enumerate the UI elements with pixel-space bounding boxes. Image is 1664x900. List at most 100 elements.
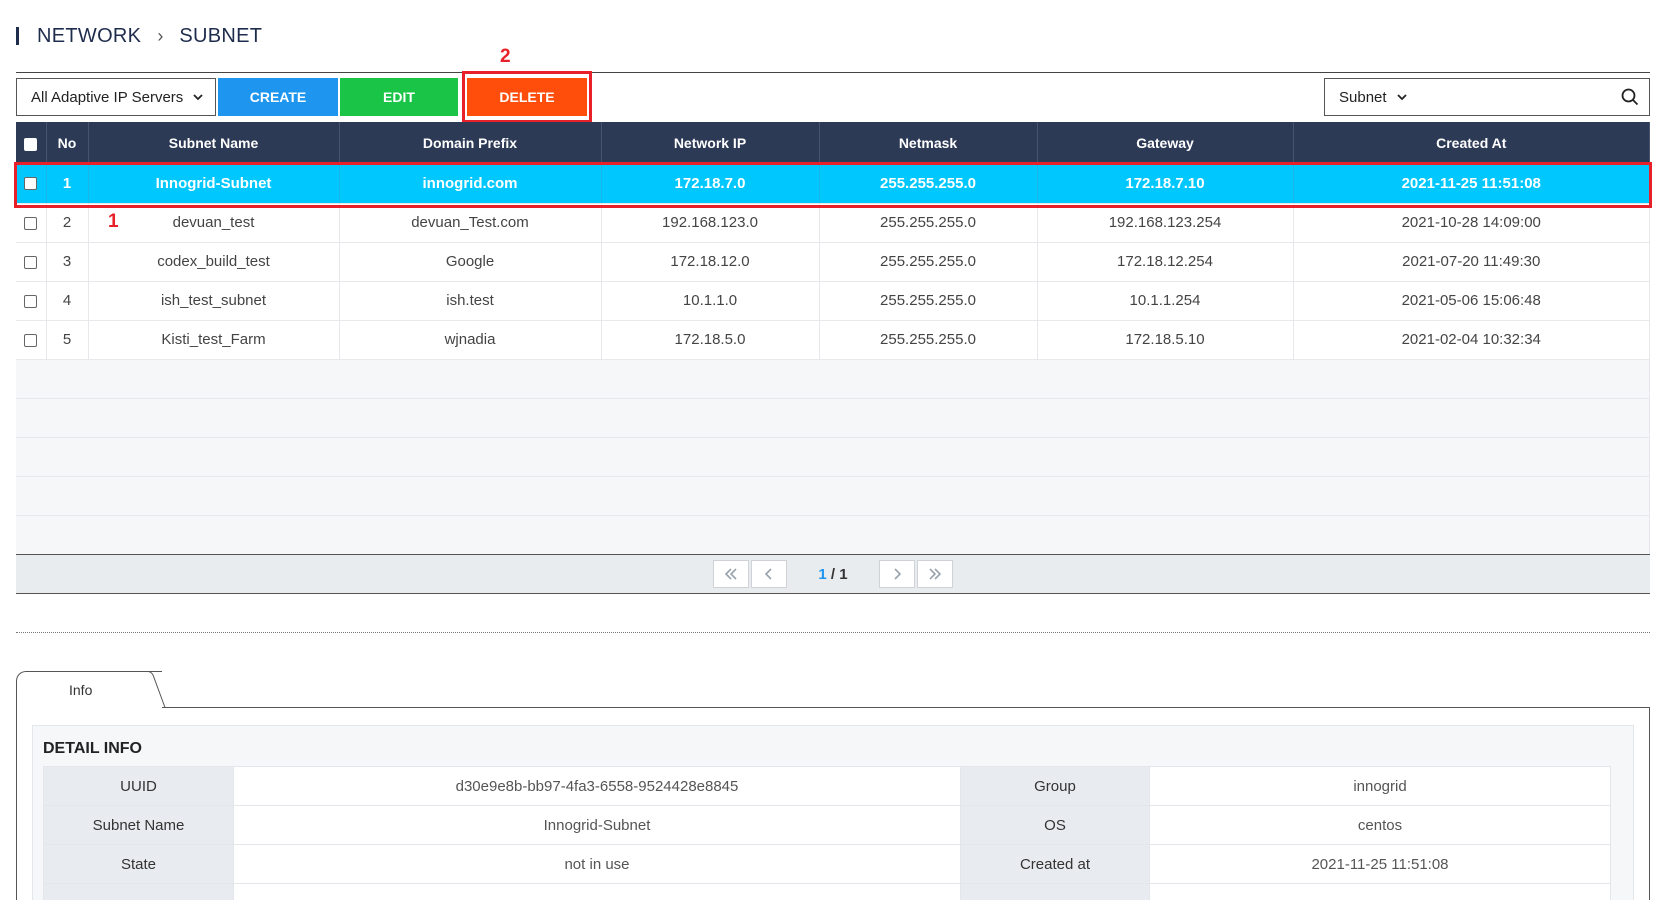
table-row[interactable]: 4 ish_test_subnet ish.test 10.1.1.0 255.… bbox=[16, 281, 1650, 321]
cell-no: 2 bbox=[46, 203, 89, 243]
chevron-down-icon bbox=[1396, 93, 1407, 100]
row-checkbox[interactable] bbox=[24, 255, 38, 269]
column-header[interactable]: Gateway bbox=[1037, 122, 1294, 164]
cell-network-ip: 192.168.123.0 bbox=[601, 203, 820, 243]
total-pages: 1 bbox=[839, 565, 848, 583]
cell-created-at: 2021-10-28 14:09:00 bbox=[1293, 203, 1650, 243]
subnet-table: No Subnet Name Domain Prefix Network IP … bbox=[16, 122, 1650, 555]
detail-value: centos bbox=[1149, 805, 1611, 845]
empty-row bbox=[16, 437, 1650, 477]
detail-value: not in use bbox=[233, 844, 961, 884]
cell-created-at: 2021-02-04 10:32:34 bbox=[1293, 320, 1650, 360]
detail-row bbox=[43, 883, 1611, 900]
search-box: Subnet bbox=[1324, 78, 1650, 116]
table-header: No Subnet Name Domain Prefix Network IP … bbox=[16, 122, 1650, 164]
cell-network-ip: 172.18.5.0 bbox=[601, 320, 820, 360]
last-page-button[interactable] bbox=[917, 560, 953, 588]
table-row[interactable]: 5 Kisti_test_Farm wjnadia 172.18.5.0 255… bbox=[16, 320, 1650, 360]
cell-created-at: 2021-05-06 15:06:48 bbox=[1293, 281, 1650, 321]
create-button[interactable]: CREATE bbox=[218, 78, 338, 116]
cell-no: 4 bbox=[46, 281, 89, 321]
breadcrumb: NETWORK › SUBNET bbox=[16, 22, 262, 50]
detail-key: Group bbox=[960, 766, 1150, 806]
cell-created-at: 2021-11-25 11:51:08 bbox=[1293, 164, 1650, 204]
row-checkbox[interactable] bbox=[24, 177, 38, 191]
double-chevron-right-icon bbox=[929, 568, 942, 580]
tab-edge bbox=[136, 671, 166, 708]
tab-baseline bbox=[162, 707, 1650, 708]
server-select[interactable]: All Adaptive IP Servers bbox=[16, 78, 216, 116]
detail-key: State bbox=[43, 844, 234, 884]
server-select-value: All Adaptive IP Servers bbox=[31, 88, 184, 106]
panel-right-border bbox=[1649, 707, 1650, 900]
empty-row bbox=[16, 398, 1650, 438]
cell-netmask: 255.255.255.0 bbox=[819, 242, 1038, 282]
delete-highlight: DELETE bbox=[462, 71, 592, 123]
detail-row: Subnet Name Innogrid-Subnet OS centos bbox=[43, 805, 1611, 845]
chevron-right-icon bbox=[894, 568, 901, 580]
cell-gateway: 172.18.7.10 bbox=[1037, 164, 1294, 204]
column-header[interactable]: Subnet Name bbox=[88, 122, 340, 164]
detail-panel: DETAIL INFO UUID d30e9e8b-bb97-4fa3-6558… bbox=[32, 725, 1634, 900]
cell-subnet-name: Kisti_test_Farm bbox=[88, 320, 340, 360]
empty-row bbox=[16, 515, 1650, 555]
cell-gateway: 172.18.5.10 bbox=[1037, 320, 1294, 360]
detail-key: OS bbox=[960, 805, 1150, 845]
detail-value: 2021-11-25 11:51:08 bbox=[1149, 844, 1611, 884]
detail-table: UUID d30e9e8b-bb97-4fa3-6558-9524428e884… bbox=[43, 766, 1611, 900]
cell-no: 3 bbox=[46, 242, 89, 282]
cell-network-ip: 172.18.7.0 bbox=[601, 164, 820, 204]
row-checkbox-cell[interactable] bbox=[16, 281, 47, 321]
row-checkbox-cell[interactable] bbox=[16, 242, 47, 282]
subnet-grid: No Subnet Name Domain Prefix Network IP … bbox=[16, 122, 1650, 555]
cell-domain-prefix: Google bbox=[339, 242, 602, 282]
row-checkbox[interactable] bbox=[24, 333, 38, 347]
table-row[interactable]: 2 devuan_test devuan_Test.com 192.168.12… bbox=[16, 203, 1650, 243]
page-separator: / bbox=[826, 565, 840, 583]
column-header[interactable]: Created At bbox=[1293, 122, 1650, 164]
search-input[interactable] bbox=[1426, 89, 1621, 105]
detail-key: Created at bbox=[960, 844, 1150, 884]
annotation-marker-1: 1 bbox=[108, 211, 119, 232]
detail-title: DETAIL INFO bbox=[43, 740, 142, 757]
detail-row: UUID d30e9e8b-bb97-4fa3-6558-9524428e884… bbox=[43, 766, 1611, 806]
next-page-button[interactable] bbox=[879, 560, 915, 588]
row-checkbox[interactable] bbox=[24, 216, 38, 230]
detail-row: State not in use Created at 2021-11-25 1… bbox=[43, 844, 1611, 884]
row-checkbox-cell[interactable] bbox=[16, 203, 47, 243]
cell-network-ip: 10.1.1.0 bbox=[601, 281, 820, 321]
detail-value: innogrid bbox=[1149, 766, 1611, 806]
delete-button[interactable]: DELETE bbox=[467, 78, 587, 116]
cell-netmask: 255.255.255.0 bbox=[819, 320, 1038, 360]
table-row[interactable]: 1 Innogrid-Subnet innogrid.com 172.18.7.… bbox=[16, 164, 1650, 204]
row-checkbox-cell[interactable] bbox=[16, 164, 47, 204]
cell-subnet-name: devuan_test bbox=[88, 203, 340, 243]
search-icon[interactable] bbox=[1621, 88, 1639, 106]
search-field-select[interactable]: Subnet bbox=[1339, 89, 1407, 106]
row-checkbox-cell[interactable] bbox=[16, 320, 47, 360]
empty-row bbox=[16, 359, 1650, 399]
tab-info-label: Info bbox=[69, 681, 93, 698]
column-header[interactable]: Network IP bbox=[601, 122, 820, 164]
prev-page-button[interactable] bbox=[751, 560, 787, 588]
cell-domain-prefix: devuan_Test.com bbox=[339, 203, 602, 243]
cell-gateway: 172.18.12.254 bbox=[1037, 242, 1294, 282]
toolbar-divider bbox=[16, 72, 1650, 73]
select-all-checkbox[interactable] bbox=[24, 137, 38, 151]
first-page-button[interactable] bbox=[713, 560, 749, 588]
breadcrumb-bar bbox=[16, 27, 19, 45]
cell-no: 5 bbox=[46, 320, 89, 360]
column-header[interactable]: Domain Prefix bbox=[339, 122, 602, 164]
chevron-left-icon bbox=[765, 568, 772, 580]
current-page: 1 bbox=[818, 565, 827, 583]
edit-button[interactable]: EDIT bbox=[340, 78, 458, 116]
select-all-cell[interactable] bbox=[16, 122, 47, 164]
row-checkbox[interactable] bbox=[24, 294, 38, 308]
column-header[interactable]: No bbox=[46, 122, 89, 164]
table-row[interactable]: 3 codex_build_test Google 172.18.12.0 25… bbox=[16, 242, 1650, 282]
page-indicator: 1 / 1 bbox=[788, 566, 878, 583]
breadcrumb-network[interactable]: NETWORK bbox=[37, 25, 141, 48]
column-header[interactable]: Netmask bbox=[819, 122, 1038, 164]
annotation-marker-2: 2 bbox=[500, 46, 511, 67]
cell-created-at: 2021-07-20 11:49:30 bbox=[1293, 242, 1650, 282]
